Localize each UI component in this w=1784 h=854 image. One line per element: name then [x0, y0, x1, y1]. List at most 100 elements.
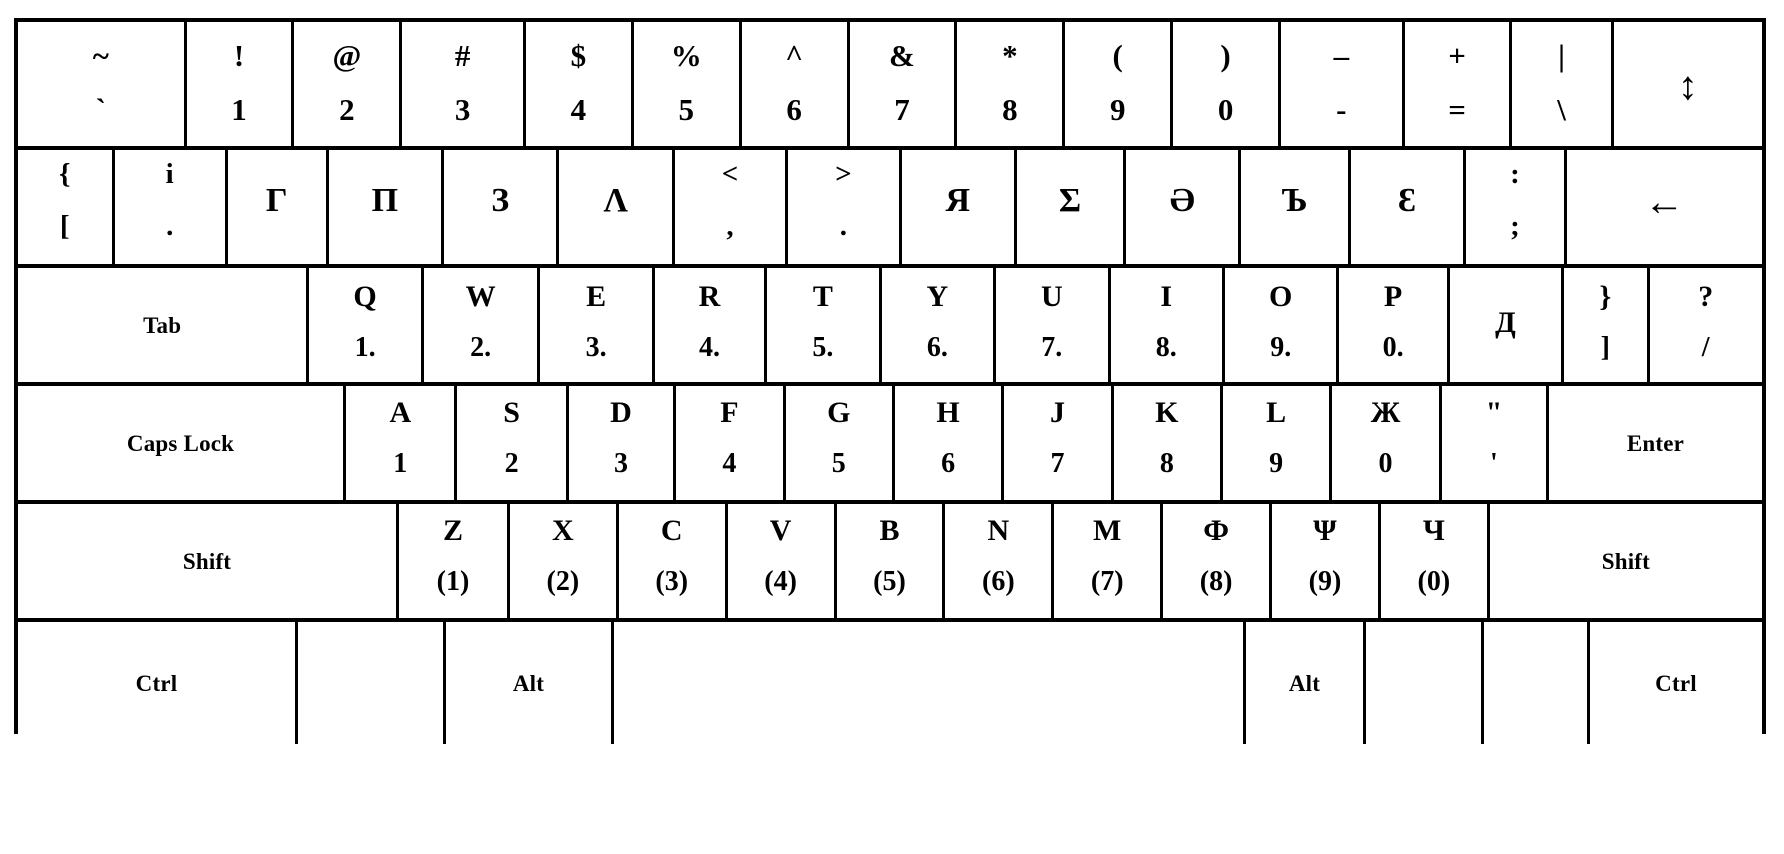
key-quote-apostrophe[interactable]: " ' [1441, 386, 1550, 500]
key-n[interactable]: N (6) [945, 504, 1055, 618]
key-m[interactable]: M (7) [1054, 504, 1164, 618]
key-che-upper-glyph: Ч [1422, 514, 1445, 547]
key-less-comma[interactable]: <, [674, 150, 789, 264]
key-s[interactable]: S2 [457, 386, 569, 500]
key-ya[interactable]: Я [901, 150, 1017, 264]
key-4-dollar[interactable]: $4 [525, 22, 634, 146]
key-minus-underscore[interactable]: – - [1281, 22, 1405, 146]
key-4-dollar-upper-glyph: $ [570, 38, 587, 73]
key-updown-arrow[interactable]: ↕ [1613, 22, 1762, 146]
key-i[interactable]: I 8. [1110, 268, 1225, 382]
key-f[interactable]: F4 [676, 386, 786, 500]
key-b[interactable]: B (5) [836, 504, 946, 618]
key-e[interactable]: E 3. [540, 268, 655, 382]
key-2-at[interactable]: @2 [294, 22, 403, 146]
key-z[interactable]: Z (1) [399, 504, 510, 618]
key-y[interactable]: Y 6. [881, 268, 997, 382]
key-d[interactable]: D3 [568, 386, 677, 500]
key-ghe[interactable]: Г [227, 150, 329, 264]
key-blank-right-2[interactable] [1484, 622, 1590, 744]
key-n-lower-glyph: (6) [982, 566, 1015, 597]
key-shift-left[interactable]: Shift [18, 504, 400, 618]
key-schwa[interactable]: Ә [1126, 150, 1242, 264]
key-8-asterisk[interactable]: * 8 [957, 22, 1066, 146]
key-7-ampersand[interactable]: & 7 [849, 22, 958, 146]
key-hard-sign[interactable]: Ъ [1241, 150, 1351, 264]
key-t[interactable]: T 5. [767, 268, 882, 382]
key-j[interactable]: J7 [1004, 386, 1114, 500]
key-ctrl-left[interactable]: Ctrl [18, 622, 298, 744]
key-alt-right[interactable]: Alt [1246, 622, 1366, 744]
key-de[interactable]: Д [1449, 268, 1565, 382]
key-space[interactable] [614, 622, 1246, 744]
key-h[interactable]: H6 [894, 386, 1005, 500]
key-schwa-glyph: Ә [1169, 182, 1195, 219]
key-c[interactable]: C (3) [618, 504, 728, 618]
key-r[interactable]: R 4. [654, 268, 768, 382]
key-enter[interactable]: Enter [1549, 386, 1762, 500]
key-0-paren-close[interactable]: ) 0 [1173, 22, 1282, 146]
key-b-upper-glyph: B [879, 514, 900, 547]
key-epsilon[interactable]: Ɛ [1350, 150, 1467, 264]
key-bracket-close[interactable]: }] [1564, 268, 1650, 382]
key-x[interactable]: X (2) [509, 504, 619, 618]
key-i-period[interactable]: i. [114, 150, 228, 264]
key-1-exclam[interactable]: ! 1 [186, 22, 295, 146]
key-t-lower-glyph: 5. [812, 332, 834, 363]
key-hard-sign-glyph: Ъ [1281, 182, 1308, 219]
key-che[interactable]: Ч (0) [1380, 504, 1490, 618]
key-minus-underscore-lower-glyph: - [1336, 92, 1347, 127]
key-j-upper-glyph: J [1049, 396, 1065, 429]
key-k-lower-glyph: 8 [1159, 448, 1174, 479]
key-slash-question[interactable]: ? / [1649, 268, 1762, 382]
key-greater-period[interactable]: >. [788, 150, 902, 264]
key-grave-tilde[interactable]: ~ ` [18, 22, 187, 146]
key-psi[interactable]: Ψ (9) [1272, 504, 1381, 618]
key-6-caret[interactable]: ^ 6 [741, 22, 850, 146]
key-k[interactable]: K8 [1113, 386, 1223, 500]
key-q[interactable]: Q 1. [309, 268, 424, 382]
key-p[interactable]: P 0. [1339, 268, 1450, 382]
key-g-upper-glyph: G [827, 396, 851, 429]
key-ctrl-right[interactable]: Ctrl [1590, 622, 1762, 744]
key-bracket-close-upper-glyph: } [1599, 280, 1612, 313]
key-ya-glyph: Я [945, 182, 970, 219]
key-backslash-pipe[interactable]: | \ [1512, 22, 1614, 146]
key-zhe[interactable]: Ж0 [1332, 386, 1442, 500]
key-a[interactable]: A1 [346, 386, 458, 500]
key-5-percent[interactable]: % 5 [633, 22, 742, 146]
key-p-lower-glyph: 0. [1382, 332, 1404, 363]
key-o[interactable]: O 9. [1224, 268, 1340, 382]
key-u[interactable]: U 7. [996, 268, 1111, 382]
key-ze[interactable]: З [444, 150, 560, 264]
key-ef[interactable]: Ф (8) [1163, 504, 1273, 618]
key-7-ampersand-upper-glyph: & [889, 38, 915, 73]
key-caps-lock[interactable]: Caps Lock [18, 386, 347, 500]
key-bracket-open[interactable]: {[ [18, 150, 115, 264]
key-w[interactable]: W 2. [423, 268, 541, 382]
key-enter-label: Enter [1626, 431, 1685, 456]
key-h-upper-glyph: H [936, 396, 960, 429]
key-backspace[interactable]: ← [1566, 150, 1762, 264]
key-v[interactable]: V (4) [727, 504, 837, 618]
key-blank-right-1[interactable] [1366, 622, 1484, 744]
key-g[interactable]: G5 [785, 386, 895, 500]
key-colon-semicolon[interactable]: :; [1466, 150, 1567, 264]
key-lambda[interactable]: Λ [559, 150, 675, 264]
key-backslash-pipe-lower-glyph: \ [1557, 92, 1566, 127]
key-9-paren-open[interactable]: (9 [1065, 22, 1174, 146]
key-alt-left[interactable]: Alt [446, 622, 614, 744]
key-psi-upper-glyph: Ψ [1313, 514, 1337, 547]
key-z-upper-glyph: Z [442, 514, 463, 547]
key-blank-left[interactable] [298, 622, 446, 744]
key-tab-label: Tab [143, 313, 182, 338]
key-3-hash[interactable]: #3 [402, 22, 526, 146]
key-l[interactable]: L9 [1223, 386, 1333, 500]
key-shift-right[interactable]: Shift [1489, 504, 1762, 618]
key-o-lower-glyph: 9. [1270, 332, 1292, 363]
key-pe[interactable]: П [328, 150, 445, 264]
key-sigma[interactable]: Σ [1016, 150, 1127, 264]
key-equal-plus[interactable]: + = [1404, 22, 1513, 146]
key-j-lower-glyph: 7 [1050, 448, 1065, 479]
key-tab[interactable]: Tab [18, 268, 310, 382]
